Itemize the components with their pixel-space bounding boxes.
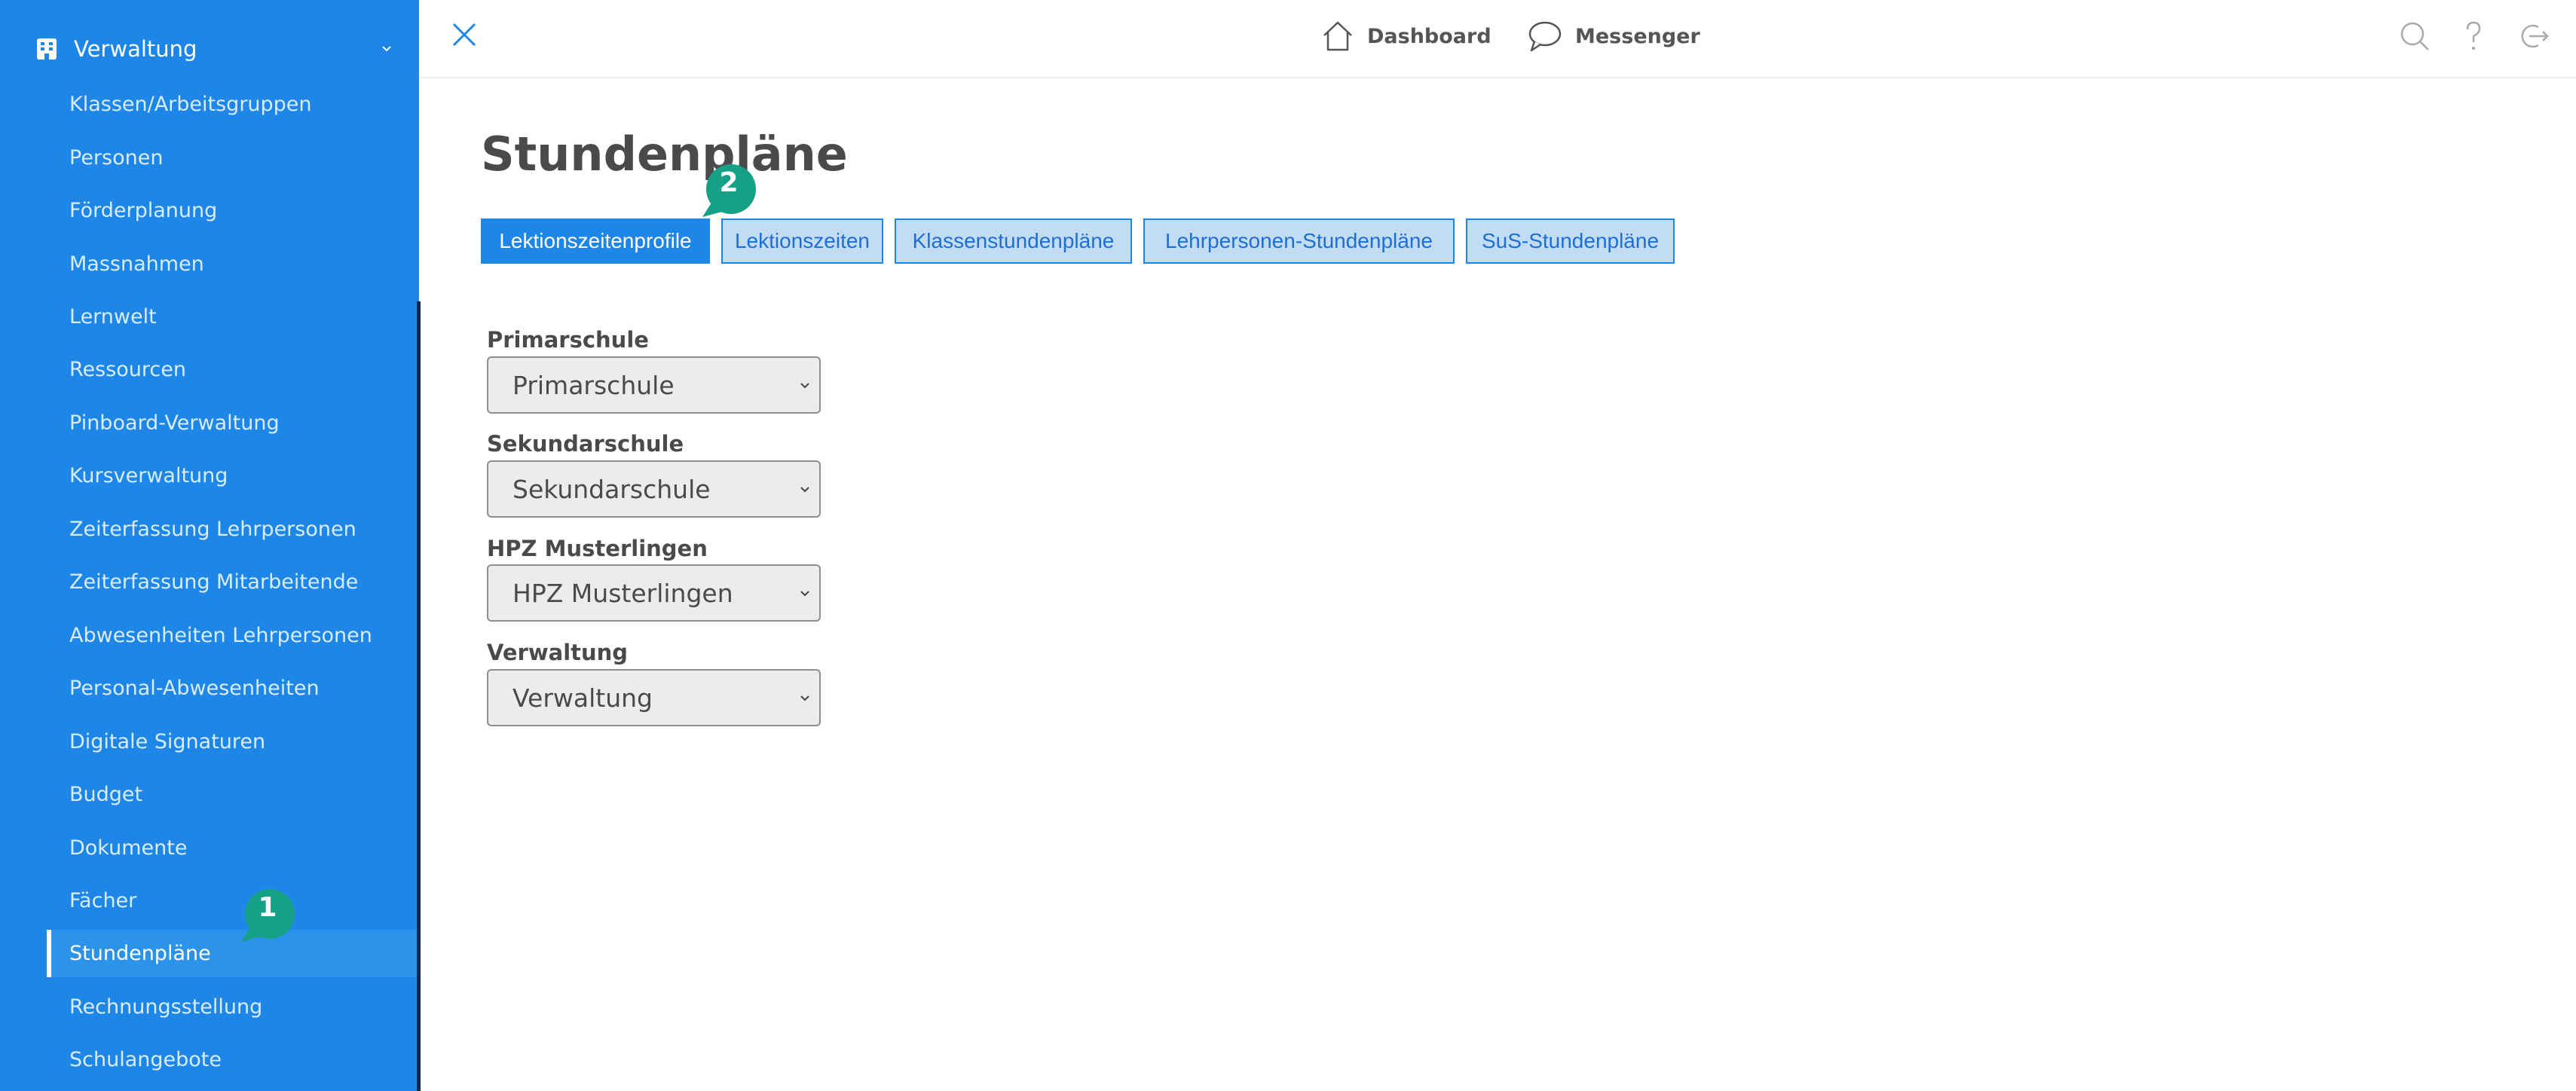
help-icon[interactable] bbox=[2457, 20, 2490, 53]
dashboard-link[interactable]: Dashboard bbox=[1320, 17, 1491, 56]
tab-lehrpersonen-stundenplaene[interactable]: Lehrpersonen-Stundenpläne bbox=[1143, 219, 1455, 264]
sidebar-item-massnahmen[interactable]: Massnahmen bbox=[69, 241, 204, 286]
sidebar-item-abwesenheiten-lehrpersonen[interactable]: Abwesenheiten Lehrpersonen bbox=[69, 613, 372, 658]
sidebar-item-lernwelt[interactable]: Lernwelt bbox=[69, 294, 157, 339]
search-icon[interactable] bbox=[2398, 20, 2431, 53]
tab-sus-stundenplaene[interactable]: SuS-Stundenpläne bbox=[1466, 219, 1675, 264]
sidebar-item-dokumente[interactable]: Dokumente bbox=[69, 825, 187, 870]
sidebar-item-klassen[interactable]: Klassen/Arbeitsgruppen bbox=[69, 81, 312, 127]
close-icon[interactable] bbox=[451, 21, 478, 48]
select-value: Sekundarschule bbox=[512, 474, 711, 504]
top-bar bbox=[419, 0, 2576, 78]
logout-icon[interactable] bbox=[2517, 20, 2550, 53]
select-verwaltung[interactable]: Verwaltung bbox=[487, 669, 821, 726]
annotation-bubble-1: 1 bbox=[238, 889, 297, 943]
chevron-down-icon bbox=[382, 46, 391, 52]
field-label-sekundarschule: Sekundarschule bbox=[487, 431, 684, 457]
sidebar-item-pinboard[interactable]: Pinboard-Verwaltung bbox=[69, 400, 280, 445]
sidebar-item-digitale-signaturen[interactable]: Digitale Signaturen bbox=[69, 719, 265, 764]
annotation-bubble-2: 2 bbox=[699, 164, 758, 219]
sidebar-item-zeiterfassung-lehrpersonen[interactable]: Zeiterfassung Lehrpersonen bbox=[69, 506, 356, 552]
sidebar-item-kursverwaltung[interactable]: Kursverwaltung bbox=[69, 453, 228, 498]
chevron-down-icon bbox=[800, 487, 809, 493]
sidebar-item-budget[interactable]: Budget bbox=[69, 772, 142, 817]
home-icon bbox=[1323, 21, 1352, 51]
tab-klassenstundenplaene[interactable]: Klassenstundenpläne bbox=[895, 219, 1132, 264]
sidebar-item-stundenplaene[interactable]: Stundenpläne bbox=[69, 931, 211, 976]
sidebar-section-title: Verwaltung bbox=[74, 36, 197, 62]
select-value: HPZ Musterlingen bbox=[512, 578, 733, 608]
sidebar-item-schulangebote[interactable]: Schulangebote bbox=[69, 1037, 222, 1082]
chevron-down-icon bbox=[800, 591, 809, 597]
sidebar-item-personal-abwesenheiten[interactable]: Personal-Abwesenheiten bbox=[69, 665, 320, 711]
select-value: Verwaltung bbox=[512, 683, 653, 713]
select-primarschule[interactable]: Primarschule bbox=[487, 356, 821, 414]
select-value: Primarschule bbox=[512, 370, 675, 400]
messenger-label: Messenger bbox=[1575, 24, 1700, 48]
sidebar-item-personen[interactable]: Personen bbox=[69, 135, 163, 180]
sidebar-active-indicator bbox=[47, 930, 51, 977]
chevron-down-icon bbox=[800, 695, 809, 701]
sidebar-edge bbox=[417, 301, 421, 1091]
chevron-down-icon bbox=[800, 383, 809, 389]
field-label-verwaltung: Verwaltung bbox=[487, 640, 629, 665]
chat-icon bbox=[1528, 21, 1562, 52]
tab-lektionszeiten[interactable]: Lektionszeiten bbox=[721, 219, 883, 264]
sidebar-item-faecher[interactable]: Fächer bbox=[69, 878, 136, 923]
page-title: Stundenpläne bbox=[481, 127, 848, 182]
annotation-number: 1 bbox=[258, 892, 277, 923]
dashboard-label: Dashboard bbox=[1367, 24, 1491, 48]
field-label-primarschule: Primarschule bbox=[487, 327, 649, 353]
sidebar-item-foerderplanung[interactable]: Förderplanung bbox=[69, 188, 217, 233]
sidebar-item-ressourcen[interactable]: Ressourcen bbox=[69, 347, 186, 392]
tab-lektionszeitenprofile[interactable]: Lektionszeitenprofile bbox=[481, 219, 710, 264]
select-sekundarschule[interactable]: Sekundarschule bbox=[487, 460, 821, 518]
sidebar-item-rechnungsstellung[interactable]: Rechnungsstellung bbox=[69, 984, 262, 1029]
annotation-number: 2 bbox=[719, 167, 739, 198]
select-hpz-musterlingen[interactable]: HPZ Musterlingen bbox=[487, 564, 821, 622]
sidebar-section-verwaltung[interactable]: Verwaltung bbox=[35, 30, 396, 68]
sidebar-item-zeiterfassung-mitarbeitende[interactable]: Zeiterfassung Mitarbeitende bbox=[69, 559, 358, 604]
messenger-link[interactable]: Messenger bbox=[1527, 17, 1700, 56]
sidebar: Verwaltung Klassen/Arbeitsgruppen Person… bbox=[0, 0, 421, 1091]
field-label-hpz-musterlingen: HPZ Musterlingen bbox=[487, 536, 708, 561]
building-icon bbox=[37, 38, 57, 60]
